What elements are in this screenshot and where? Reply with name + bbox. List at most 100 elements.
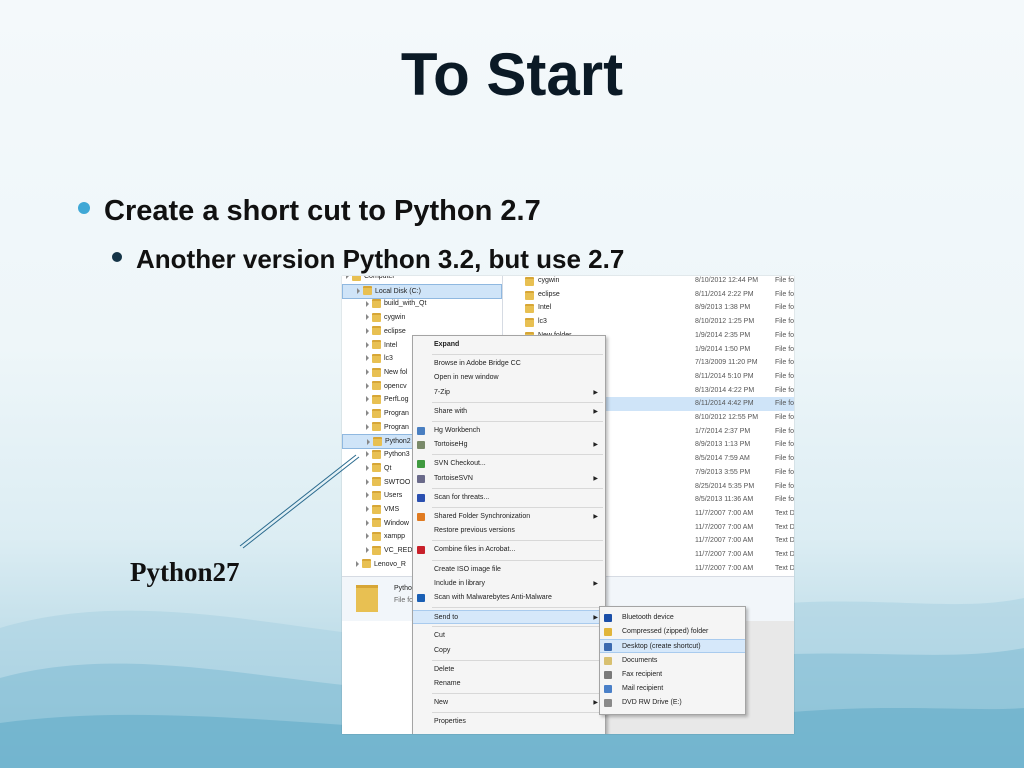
menu-item[interactable]: Combine files in Acrobat... (413, 543, 605, 557)
folder-icon (362, 559, 371, 569)
menu-item-label: Hg Workbench (434, 427, 481, 434)
menu-item[interactable]: Share with ▶ (413, 405, 605, 419)
folder-icon (356, 585, 378, 612)
documents-icon (604, 656, 612, 665)
context-menu[interactable]: Expand Browse in Adobe Bridge CC Open in n… (412, 335, 606, 734)
expand-arrow-icon[interactable] (366, 464, 369, 471)
file-name: Intel (538, 304, 552, 312)
details-type: File fo (394, 597, 414, 604)
menu-item[interactable]: Documents (600, 654, 745, 668)
tree-item[interactable]: build_with_Qt (342, 297, 502, 310)
menu-item[interactable]: Browse in Adobe Bridge CC (413, 357, 605, 371)
file-date-modified: 1/7/2014 2:37 PM (695, 427, 751, 435)
file-type: File fo (775, 304, 794, 312)
menu-item[interactable]: New ▶ (413, 696, 605, 710)
menu-item[interactable]: Shared Folder Synchronization ▶ (413, 510, 605, 524)
expand-arrow-icon[interactable] (357, 287, 360, 294)
send-to-submenu[interactable]: Bluetooth device Compressed (zipped) fold… (599, 606, 746, 715)
menu-item[interactable]: Expand (413, 338, 605, 352)
sub-bullet-text: Another version Python 3.2, but use 2.7 (136, 244, 625, 274)
expand-arrow-icon[interactable] (366, 300, 369, 307)
expand-arrow-icon[interactable] (366, 451, 369, 458)
tree-item[interactable]: Computer (342, 276, 502, 283)
menu-item[interactable]: Cut (413, 629, 605, 643)
file-date-modified: 1/9/2014 2:35 PM (695, 331, 751, 339)
expand-arrow-icon[interactable] (366, 382, 369, 389)
menu-item[interactable]: Compressed (zipped) folder (600, 625, 745, 639)
file-row[interactable]: lc3 8/10/2012 1:25 PM File fo (512, 315, 794, 329)
menu-item[interactable]: Fax recipient (600, 668, 745, 682)
expand-arrow-icon[interactable] (366, 478, 369, 485)
menu-item[interactable]: TortoiseSVN ▶ (413, 472, 605, 486)
expand-arrow-icon[interactable] (366, 369, 369, 376)
menu-item[interactable]: Copy (413, 644, 605, 658)
menu-item-label: Documents (622, 656, 658, 664)
tree-item-label: opencv (384, 382, 407, 390)
tree-item-label: Lenovo_R (374, 560, 406, 568)
menu-item-label: New (434, 699, 449, 707)
expand-arrow-icon[interactable] (346, 276, 349, 280)
expand-arrow-icon[interactable] (366, 327, 369, 334)
menu-item[interactable]: SVN Checkout... (413, 457, 605, 471)
file-row[interactable]: eclipse 8/11/2014 2:22 PM File fo (512, 288, 794, 302)
tree-item[interactable]: cygwin (342, 311, 502, 324)
tree-item-label: New fol (384, 368, 408, 376)
expand-arrow-icon[interactable] (366, 519, 369, 526)
caption-label: Python27 (130, 557, 240, 587)
menu-item[interactable]: Create ISO image file (413, 563, 605, 577)
expand-arrow-icon[interactable] (366, 492, 369, 499)
menu-item[interactable]: 7-Zip ▶ (413, 386, 605, 400)
menu-item[interactable]: Rename (413, 677, 605, 691)
menu-item-label: TortoiseHg (434, 441, 468, 449)
menu-item[interactable]: DVD RW Drive (E:) (600, 696, 745, 710)
menu-item[interactable]: TortoiseHg ▶ (413, 438, 605, 452)
menu-item[interactable]: Scan for threats... (413, 491, 605, 505)
menu-item[interactable]: Bluetooth device (600, 611, 745, 625)
folder-icon (373, 437, 382, 447)
menu-item[interactable]: Include in library ▶ (413, 577, 605, 591)
file-type: File fo (775, 400, 794, 408)
expand-arrow-icon[interactable] (366, 355, 369, 362)
bluetooth-icon (604, 614, 612, 622)
menu-item[interactable]: Open in new window (413, 371, 605, 385)
folder-icon (372, 326, 381, 336)
expand-arrow-icon[interactable] (366, 506, 369, 513)
menu-item[interactable]: Hg Workbench (413, 424, 605, 438)
menu-item[interactable]: Delete (413, 663, 605, 677)
file-type: File fo (775, 290, 794, 298)
menu-item-label: DVD RW Drive (E:) (622, 699, 682, 707)
file-row[interactable]: Intel 8/9/2013 1:38 PM File fo (512, 301, 794, 315)
expand-arrow-icon[interactable] (366, 410, 369, 417)
expand-arrow-icon[interactable] (366, 341, 369, 348)
menu-item-label: Bluetooth device (622, 614, 674, 621)
expand-arrow-icon[interactable] (367, 438, 370, 445)
menu-separator (432, 507, 603, 508)
file-row[interactable]: cygwin 8/10/2012 12:44 PM File fo (512, 276, 794, 288)
submenu-arrow-icon: ▶ (593, 389, 598, 396)
expand-arrow-icon[interactable] (366, 533, 369, 540)
menu-item[interactable]: Send to ▶ (413, 610, 605, 625)
expand-arrow-icon[interactable] (366, 547, 369, 554)
menu-item[interactable]: Properties (413, 715, 605, 729)
menu-item[interactable]: Desktop (create shortcut) (600, 639, 745, 654)
file-date-modified: 11/7/2007 7:00 AM (695, 537, 754, 545)
tree-item-label: Users (384, 492, 403, 500)
menu-item-label: Share with (434, 407, 468, 415)
expand-arrow-icon[interactable] (366, 423, 369, 430)
expand-arrow-icon[interactable] (366, 396, 369, 403)
expand-arrow-icon[interactable] (366, 314, 369, 321)
menu-item-label: Browse in Adobe Bridge CC (434, 360, 521, 368)
tree-item-label: PerfLog (384, 396, 409, 404)
menu-separator (432, 693, 603, 695)
menu-item[interactable]: Restore previous versions (413, 524, 605, 538)
menu-separator (432, 559, 603, 561)
file-type: File fo (775, 427, 794, 435)
file-type: Text D (775, 523, 794, 531)
menu-item[interactable]: Scan with Malwarebytes Anti-Malware (413, 591, 605, 605)
file-type: File fo (775, 372, 794, 380)
expand-arrow-icon[interactable] (356, 560, 359, 567)
menu-item-label: Create ISO image file (434, 565, 501, 573)
folder-icon (525, 304, 534, 314)
menu-item[interactable]: Mail recipient (600, 682, 745, 696)
file-type: File fo (775, 345, 794, 353)
